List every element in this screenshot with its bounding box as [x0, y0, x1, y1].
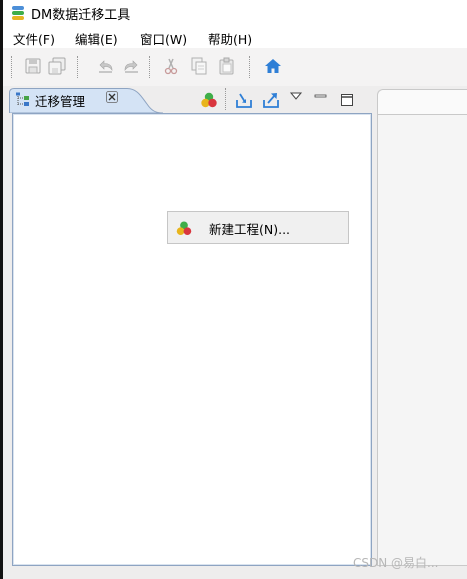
tab-migration-label: 迁移管理	[35, 94, 86, 109]
undo-icon[interactable]	[96, 56, 116, 76]
home-icon[interactable]	[263, 56, 283, 76]
window-title: DM数据迁移工具	[31, 8, 131, 23]
main-toolbar	[3, 48, 467, 86]
menu-edit[interactable]: 编辑(E)	[75, 29, 118, 48]
export-icon[interactable]	[261, 90, 281, 110]
tab-background	[9, 88, 163, 113]
menu-window[interactable]: 窗口(W)	[140, 29, 187, 48]
close-icon[interactable]	[105, 90, 119, 104]
toolbar-separator	[77, 56, 79, 78]
context-menu-new-project-label: 新建工程(N)...	[209, 222, 291, 237]
redo-icon[interactable]	[121, 56, 141, 76]
workbench: 迁移管理 新建工程(N)... CSDN @易白...	[3, 86, 467, 579]
migration-view-tabbar: 迁移管理	[9, 88, 373, 113]
menu-bar: 文件(F) 编辑(E) 窗口(W) 帮助(H)	[3, 26, 467, 48]
save-icon[interactable]	[23, 56, 43, 76]
database-stack-icon	[12, 6, 24, 20]
minimize-icon[interactable]	[311, 90, 331, 110]
editor-area	[377, 89, 467, 566]
context-menu-new-project[interactable]: 新建工程(N)...	[167, 211, 349, 244]
toolbar-grip	[11, 56, 13, 78]
view-toolbar-separator	[225, 88, 227, 110]
cut-icon[interactable]	[161, 56, 181, 76]
toolbar-separator	[249, 56, 251, 78]
copy-icon[interactable]	[189, 56, 209, 76]
new-project-icon[interactable]	[199, 90, 219, 110]
new-project-icon	[176, 221, 192, 236]
menu-file[interactable]: 文件(F)	[13, 29, 55, 48]
import-icon[interactable]	[234, 90, 254, 110]
maximize-icon[interactable]	[337, 90, 357, 110]
editor-area-header	[378, 90, 467, 115]
paste-icon[interactable]	[217, 56, 237, 76]
tab-migration-management[interactable]: 迁移管理	[9, 88, 163, 113]
migration-tree-icon	[16, 92, 29, 106]
toolbar-separator	[149, 56, 151, 78]
migration-view-body[interactable]: 新建工程(N)...	[12, 113, 372, 566]
view-menu-icon[interactable]	[287, 90, 307, 110]
save-all-icon[interactable]	[47, 56, 67, 76]
title-bar: DM数据迁移工具	[3, 0, 467, 26]
menu-help[interactable]: 帮助(H)	[208, 29, 252, 48]
watermark: CSDN @易白...	[353, 556, 439, 570]
